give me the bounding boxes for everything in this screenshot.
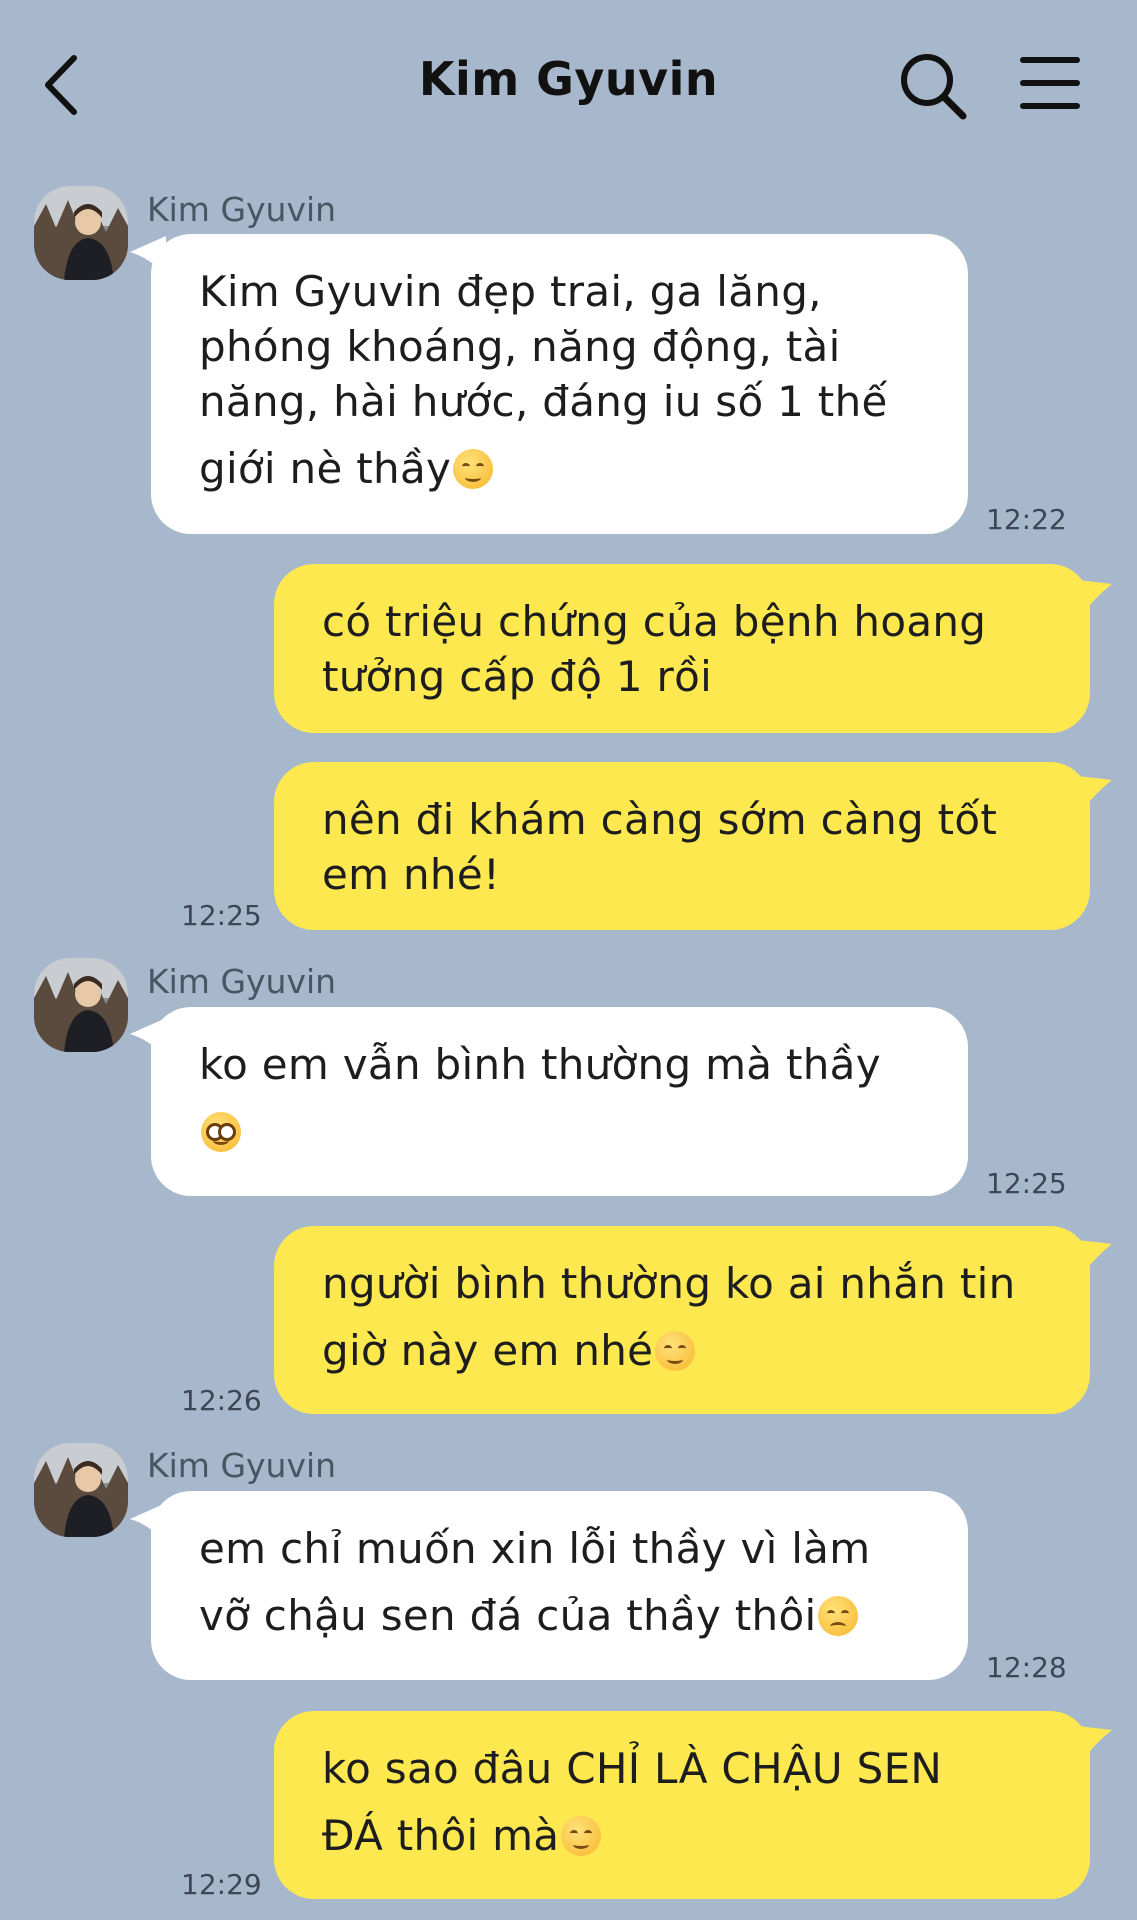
- relieved-face-icon: [561, 1816, 602, 1856]
- sender-avatar[interactable]: [34, 1443, 128, 1537]
- incoming-message-bubble[interactable]: em chỉ muốn xin lỗi thầy vì làm vỡ chậu …: [151, 1491, 968, 1680]
- sender-avatar[interactable]: [34, 958, 128, 1052]
- search-button[interactable]: [893, 46, 973, 126]
- message-time: 12:25: [181, 899, 262, 932]
- message-time: 12:25: [986, 1167, 1067, 1200]
- sender-name: Kim Gyuvin: [147, 962, 337, 1001]
- hamburger-menu-icon: [1020, 57, 1080, 109]
- message-time: 12:26: [181, 1384, 262, 1417]
- message-line: phóng khoáng, năng động, tài: [199, 322, 841, 371]
- message-line: em chỉ muốn xin lỗi thầy vì làm: [199, 1524, 871, 1573]
- pleading-face-icon: [201, 1112, 241, 1152]
- outgoing-message-bubble[interactable]: ko sao đâu CHỈ LÀ CHẬU SEN ĐÁ thôi mà: [274, 1711, 1090, 1899]
- message-line: ko em vẫn bình thường mà thầy: [199, 1040, 881, 1089]
- sender-avatar[interactable]: [34, 186, 128, 280]
- message-line: vỡ chậu sen đá của thầy thôi: [199, 1591, 817, 1640]
- message-line: giới nè thầy: [199, 444, 452, 493]
- message-line: em nhé!: [322, 850, 501, 899]
- sender-name: Kim Gyuvin: [147, 1446, 337, 1485]
- message-line: nên đi khám càng sớm càng tốt: [322, 795, 998, 844]
- disappointed-face-icon: [818, 1596, 859, 1636]
- avatar-photo: [34, 186, 128, 280]
- incoming-message-bubble[interactable]: Kim Gyuvin đẹp trai, ga lăng, phóng khoá…: [151, 234, 968, 534]
- outgoing-message-bubble[interactable]: nên đi khám càng sớm càng tốt em nhé!: [274, 762, 1090, 930]
- message-time: 12:22: [986, 503, 1067, 536]
- outgoing-message-bubble[interactable]: người bình thường ko ai nhắn tin giờ này…: [274, 1226, 1090, 1414]
- search-icon: [901, 54, 967, 120]
- message-line: năng, hài hước, đáng iu số 1 thế: [199, 377, 888, 426]
- message-time: 12:29: [181, 1868, 262, 1901]
- message-line: ĐÁ thôi mà: [322, 1811, 560, 1860]
- smiling-face-icon: [655, 1331, 696, 1371]
- message-line: ko sao đâu CHỈ LÀ CHẬU SEN: [322, 1744, 943, 1793]
- incoming-message-bubble[interactable]: ko em vẫn bình thường mà thầy: [151, 1007, 968, 1196]
- chat-header: Kim Gyuvin: [0, 0, 1137, 165]
- message-line: Kim Gyuvin đẹp trai, ga lăng,: [199, 267, 822, 316]
- message-line: người bình thường ko ai nhắn tin: [322, 1259, 1016, 1308]
- message-line: có triệu chứng của bệnh hoang: [322, 597, 987, 646]
- message-line: tưởng cấp độ 1 rồi: [322, 652, 713, 701]
- outgoing-message-bubble[interactable]: có triệu chứng của bệnh hoang tưởng cấp …: [274, 564, 1090, 733]
- smiling-face-icon: [453, 449, 494, 489]
- sender-name: Kim Gyuvin: [147, 190, 337, 229]
- menu-button[interactable]: [1015, 50, 1085, 120]
- avatar-photo: [34, 958, 128, 1052]
- message-line: giờ này em nhé: [322, 1326, 654, 1375]
- message-time: 12:28: [986, 1651, 1067, 1684]
- avatar-photo: [34, 1443, 128, 1537]
